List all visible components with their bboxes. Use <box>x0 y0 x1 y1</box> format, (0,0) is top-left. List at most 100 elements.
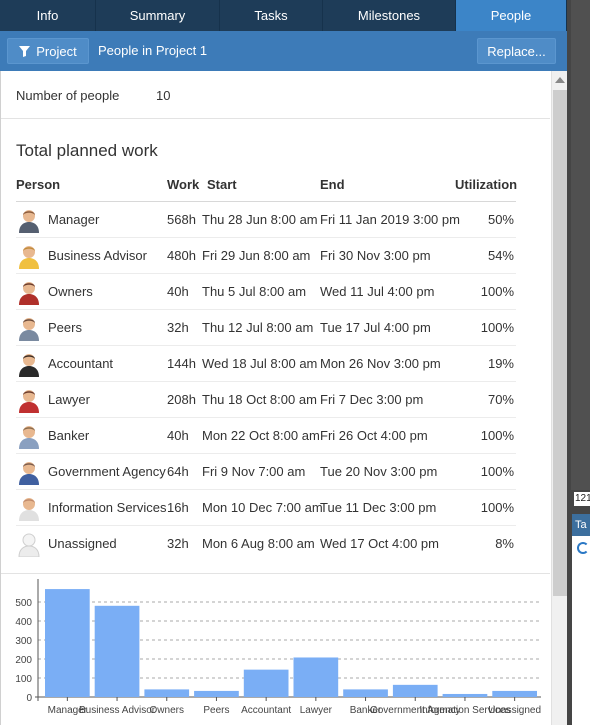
person-name: Manager <box>48 212 100 227</box>
person-start: Thu 28 Jun 8:00 am <box>202 212 318 227</box>
person-name: Banker <box>48 428 90 443</box>
table-row[interactable]: Unassigned 32h Mon 6 Aug 8:00 am Wed 17 Oct… <box>1 526 550 562</box>
person-work: 144h <box>167 356 196 371</box>
chart-bar <box>492 690 537 697</box>
person-name: Business Advisor <box>48 248 147 263</box>
banker-avatar-icon <box>19 426 39 449</box>
project-filter-label: Project <box>36 43 77 59</box>
person-end: Fri 7 Dec 3:00 pm <box>320 392 424 407</box>
person-end: Tue 11 Dec 3:00 pm <box>320 500 437 515</box>
table-row[interactable]: Peers 32h Thu 12 Jul 8:00 am Tue 17 Jul 4:0… <box>1 310 550 346</box>
y-tick-label: 200 <box>15 655 32 666</box>
person-work: 16h <box>167 500 189 515</box>
peers-avatar-icon <box>19 318 39 341</box>
government-avatar-icon <box>19 462 39 485</box>
person-start: Thu 12 Jul 8:00 am <box>202 320 314 335</box>
info-services-avatar-icon <box>19 498 39 521</box>
tab-tasks[interactable]: Tasks <box>220 0 323 31</box>
person-start: Mon 6 Aug 8:00 am <box>202 536 315 551</box>
chart-bar <box>442 693 488 697</box>
scroll-up-arrow-icon[interactable] <box>555 77 565 83</box>
toolbar-title: People in Project 1 <box>98 43 208 58</box>
person-end: Fri 11 Jan 2019 3:00 pm <box>320 212 460 227</box>
x-tick-label: Business Advisor <box>79 705 156 716</box>
toolbar: Project People in Project 1 Replace... <box>0 31 567 71</box>
project-filter-button[interactable]: Project <box>7 38 89 64</box>
person-utilization: 19% <box>487 356 514 371</box>
vertical-scrollbar[interactable] <box>551 71 567 725</box>
chart-bar <box>144 689 190 697</box>
adjacent-window: 121 Ta <box>567 0 590 725</box>
person-name: Information Services <box>48 500 167 515</box>
person-start: Thu 18 Oct 8:00 am <box>202 392 317 407</box>
table-row[interactable]: Information Services 16h Mon 10 Dec 7:00 a… <box>1 490 550 526</box>
person-work: 40h <box>167 428 189 443</box>
chart-bar <box>94 605 140 697</box>
table-row[interactable]: Accountant 144h Wed 18 Jul 8:00 am Mon 26 N… <box>1 346 550 382</box>
adjacent-tab[interactable]: Ta <box>572 514 590 536</box>
work-chart: 0 100 200 300 400 500 Manager Business Advisor O… <box>1 575 550 725</box>
unassigned-avatar-icon <box>18 533 40 557</box>
person-utilization: 100% <box>480 428 514 443</box>
table-row[interactable]: Manager 568h Thu 28 Jun 8:00 am Fri 11 Jan … <box>1 202 550 238</box>
x-tick-label: Unassigned <box>488 705 541 716</box>
tab-milestones[interactable]: Milestones <box>323 0 456 31</box>
person-work: 40h <box>167 284 189 299</box>
person-name: Accountant <box>48 356 114 371</box>
people-panel: Number of people 10 Total planned work P… <box>0 71 567 725</box>
scrollbar-thumb[interactable] <box>553 90 567 596</box>
person-utilization: 54% <box>487 248 514 263</box>
person-start: Thu 5 Jul 8:00 am <box>202 284 307 299</box>
person-start: Fri 29 Jun 8:00 am <box>202 248 311 263</box>
person-utilization: 100% <box>480 320 514 335</box>
person-start: Fri 9 Nov 7:00 am <box>202 464 306 479</box>
people-count-value: 10 <box>156 88 171 103</box>
replace-button[interactable]: Replace... <box>477 38 556 64</box>
person-end: Tue 20 Nov 3:00 pm <box>320 464 438 479</box>
filter-icon <box>19 45 31 57</box>
person-name: Owners <box>48 284 93 299</box>
tab-people[interactable]: People <box>456 0 567 31</box>
person-utilization: 70% <box>487 392 514 407</box>
manager-avatar-icon <box>19 210 39 233</box>
person-work: 480h <box>167 248 196 263</box>
tab-bar: Info Summary Tasks Milestones People <box>0 0 567 31</box>
divider <box>1 573 550 574</box>
chart-bar <box>194 690 239 697</box>
y-tick-label: 400 <box>15 617 32 628</box>
person-name: Peers <box>48 320 82 335</box>
lawyer-avatar-icon <box>19 390 39 413</box>
x-tick-label: Accountant <box>241 705 291 716</box>
column-header-person: Person <box>16 177 61 192</box>
adjacent-window-background <box>571 0 590 490</box>
section-title: Total planned work <box>16 141 158 160</box>
tab-info[interactable]: Info <box>0 0 96 31</box>
person-work: 32h <box>167 536 189 551</box>
person-start: Wed 18 Jul 8:00 am <box>202 356 318 371</box>
table-row[interactable]: Business Advisor 480h Fri 29 Jun 8:00 am Fr… <box>1 238 550 274</box>
person-end: Tue 17 Jul 4:00 pm <box>320 320 431 335</box>
person-utilization: 8% <box>495 536 514 551</box>
chart-bar <box>243 669 289 697</box>
column-header-utilization: Utilization <box>455 177 518 192</box>
advisor-avatar-icon <box>19 246 39 269</box>
person-utilization: 100% <box>480 464 514 479</box>
x-tick-label: Owners <box>150 705 184 716</box>
person-end: Fri 26 Oct 4:00 pm <box>320 428 428 443</box>
person-start: Mon 22 Oct 8:00 am <box>202 428 320 443</box>
tab-summary[interactable]: Summary <box>96 0 220 31</box>
person-end: Fri 30 Nov 3:00 pm <box>320 248 431 263</box>
person-end: Wed 11 Jul 4:00 pm <box>320 284 435 299</box>
person-work: 568h <box>167 212 196 227</box>
table-row[interactable]: Lawyer 208h Thu 18 Oct 8:00 am Fri 7 Dec 3:… <box>1 382 550 418</box>
column-header-end: End <box>320 177 345 192</box>
person-name: Government Agency <box>48 464 166 479</box>
table-row[interactable]: Government Agency 64h Fri 9 Nov 7:00 am Tue… <box>1 454 550 490</box>
owners-avatar-icon <box>19 282 39 305</box>
table-row[interactable]: Owners 40h Thu 5 Jul 8:00 am Wed 11 Jul 4:0… <box>1 274 550 310</box>
chart-bar <box>293 657 339 697</box>
adjacent-time-text: 121 <box>574 492 590 506</box>
work-bar-chart: 0100200300400500ManagerBusiness AdvisorO… <box>15 579 541 716</box>
refresh-icon[interactable] <box>577 542 589 554</box>
table-row[interactable]: Banker 40h Mon 22 Oct 8:00 am Fri 26 Oct 4:… <box>1 418 550 454</box>
